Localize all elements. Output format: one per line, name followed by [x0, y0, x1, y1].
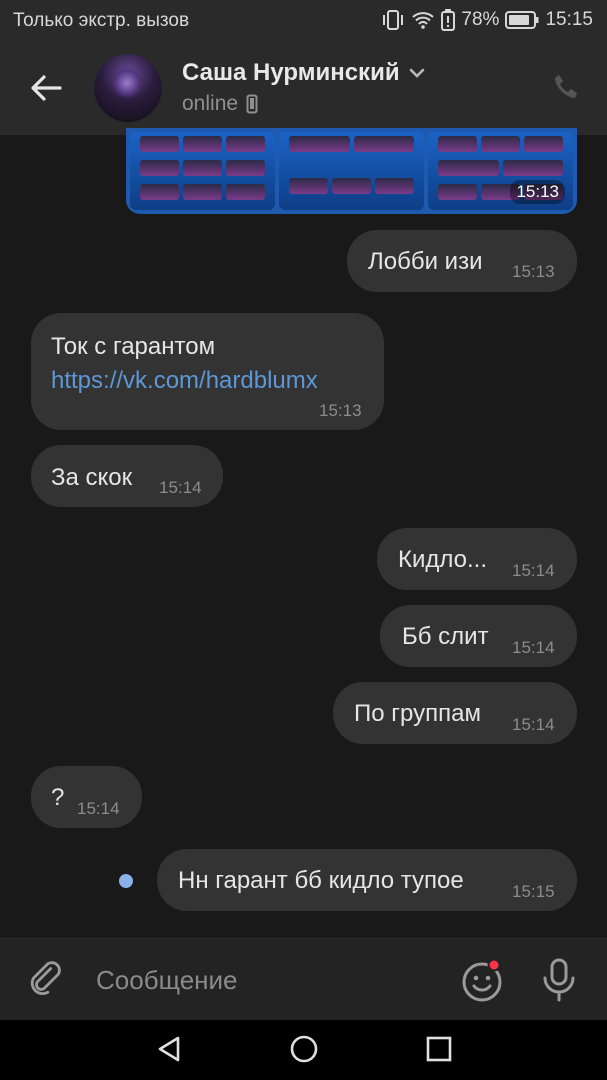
arrow-left-icon — [31, 75, 62, 101]
status-icons: 78% 15:15 — [381, 9, 593, 31]
message-time: 15:14 — [512, 715, 555, 734]
wifi-icon — [411, 10, 435, 30]
emoji-button[interactable] — [460, 957, 506, 1003]
vibrate-icon — [381, 9, 405, 31]
message-bubble-incoming[interactable]: Ток с гарантом https://vk.com/hardblumx … — [31, 313, 384, 430]
message-bubble-outgoing[interactable]: Бб слит 15:14 — [380, 605, 577, 667]
battery-percent: 78% — [461, 9, 500, 30]
message-bubble-outgoing[interactable]: По группам 15:14 — [333, 682, 577, 744]
message-link[interactable]: https://vk.com/hardblumx — [51, 367, 318, 395]
online-status: online — [182, 92, 239, 115]
call-button[interactable] — [551, 72, 581, 102]
voice-message-button[interactable] — [541, 957, 577, 1003]
clock: 15:15 — [545, 9, 593, 30]
battery-alert-icon — [441, 9, 456, 31]
message-input[interactable]: Сообщение — [96, 965, 238, 996]
message-time: 15:14 — [512, 638, 555, 657]
unread-dot — [119, 874, 133, 888]
contact-status: online — [182, 92, 258, 116]
nav-recents-icon[interactable] — [424, 1034, 454, 1064]
contact-name: Саша Нурминский — [182, 59, 400, 86]
message-bubble-incoming[interactable]: За скок 15:14 — [31, 445, 223, 507]
photo-tile — [279, 132, 424, 210]
message-composer: Сообщение — [0, 938, 607, 1020]
nav-home-icon[interactable] — [289, 1034, 319, 1064]
message-text: ? — [51, 784, 65, 811]
message-bubble-outgoing[interactable]: Лобби изи 15:13 — [347, 230, 577, 292]
carrier-label: Только экстр. вызов — [13, 10, 190, 31]
message-time: 15:13 — [510, 180, 565, 204]
smile-icon — [462, 958, 502, 1002]
message-text: За скок — [51, 464, 133, 491]
message-time: 15:14 — [512, 561, 555, 580]
attach-button[interactable] — [28, 959, 68, 999]
phone-icon — [555, 75, 577, 98]
chevron-down-icon — [409, 68, 424, 78]
chat-header: Саша Нурминский online — [0, 42, 607, 135]
microphone-icon — [543, 958, 575, 1002]
mobile-device-icon — [246, 94, 258, 114]
message-bubble-incoming[interactable]: ? 15:14 — [31, 766, 142, 828]
message-text: Кидло... — [398, 546, 488, 573]
message-text: Нн гарант бб кидло тупое — [178, 867, 464, 894]
back-button[interactable] — [26, 68, 66, 108]
status-bar: Только экстр. вызов 78% 15:15 — [0, 0, 607, 42]
message-time: 15:15 — [512, 882, 555, 901]
message-time: 15:13 — [319, 401, 362, 420]
paperclip-icon — [30, 961, 61, 996]
message-time: 15:13 — [512, 262, 555, 281]
nav-back-icon[interactable] — [154, 1034, 184, 1064]
message-text: Бб слит — [402, 623, 489, 650]
message-text: Лобби изи — [368, 248, 483, 275]
battery-icon — [505, 11, 539, 29]
message-text: Ток с гарантом — [51, 333, 216, 360]
message-time: 15:14 — [159, 478, 202, 497]
message-time: 15:14 — [77, 799, 120, 818]
message-bubble-outgoing[interactable]: Нн гарант бб кидло тупое 15:15 — [157, 849, 577, 911]
system-nav-bar — [0, 1020, 607, 1080]
message-text: По группам — [354, 700, 481, 727]
avatar[interactable] — [94, 54, 162, 122]
photo-tile — [130, 132, 275, 210]
contact-name-button[interactable]: Саша Нурминский — [182, 59, 426, 87]
message-bubble-outgoing[interactable]: Кидло... 15:14 — [377, 528, 577, 590]
photo-attachment[interactable]: 15:13 — [126, 128, 577, 214]
